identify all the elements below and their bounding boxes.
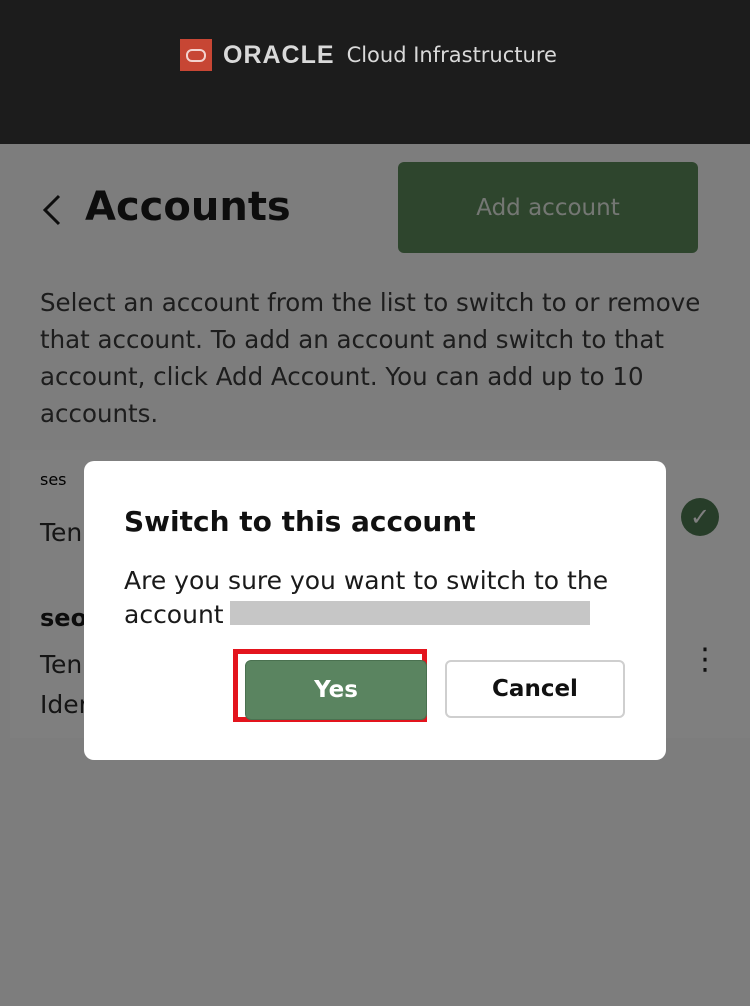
app-header: ORACLE Cloud Infrastructure bbox=[0, 0, 750, 144]
switch-account-dialog: Switch to this account Are you sure you … bbox=[84, 461, 666, 760]
brand-name: ORACLE bbox=[223, 40, 335, 69]
dialog-message: Are you sure you want to switch to the a… bbox=[124, 564, 644, 632]
dialog-title: Switch to this account bbox=[124, 505, 476, 538]
redacted-account-name bbox=[229, 601, 590, 625]
brand-subtitle: Cloud Infrastructure bbox=[346, 43, 557, 67]
yes-button[interactable]: Yes bbox=[245, 660, 427, 720]
oracle-logo-mark bbox=[180, 39, 212, 71]
oracle-logo: ORACLE Cloud Infrastructure bbox=[180, 39, 557, 71]
cancel-button[interactable]: Cancel bbox=[445, 660, 625, 718]
